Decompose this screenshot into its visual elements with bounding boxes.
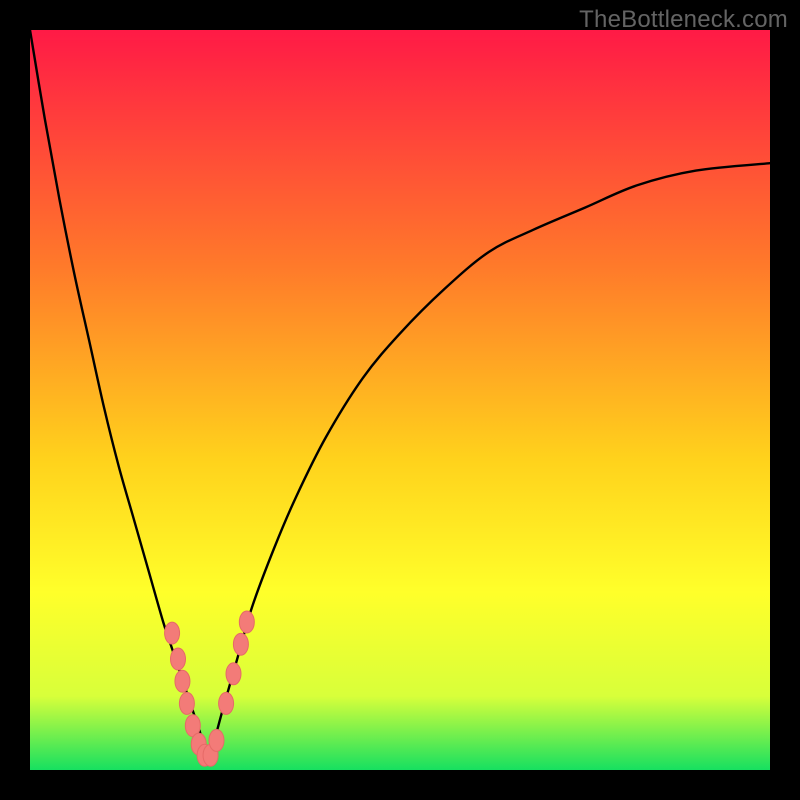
watermark-text: TheBottleneck.com — [579, 6, 788, 34]
marker-dot — [171, 648, 186, 670]
chart-frame: TheBottleneck.com — [0, 0, 800, 800]
marker-dot — [239, 611, 254, 633]
marker-dot — [226, 663, 241, 685]
right-branch-line — [211, 163, 770, 755]
marker-dot — [209, 729, 224, 751]
marker-group — [165, 611, 255, 766]
marker-dot — [233, 633, 248, 655]
left-branch-line — [30, 30, 205, 755]
marker-dot — [165, 622, 180, 644]
marker-dot — [219, 692, 234, 714]
curve-layer — [30, 30, 770, 770]
marker-dot — [175, 670, 190, 692]
marker-dot — [179, 692, 194, 714]
plot-area — [30, 30, 770, 770]
